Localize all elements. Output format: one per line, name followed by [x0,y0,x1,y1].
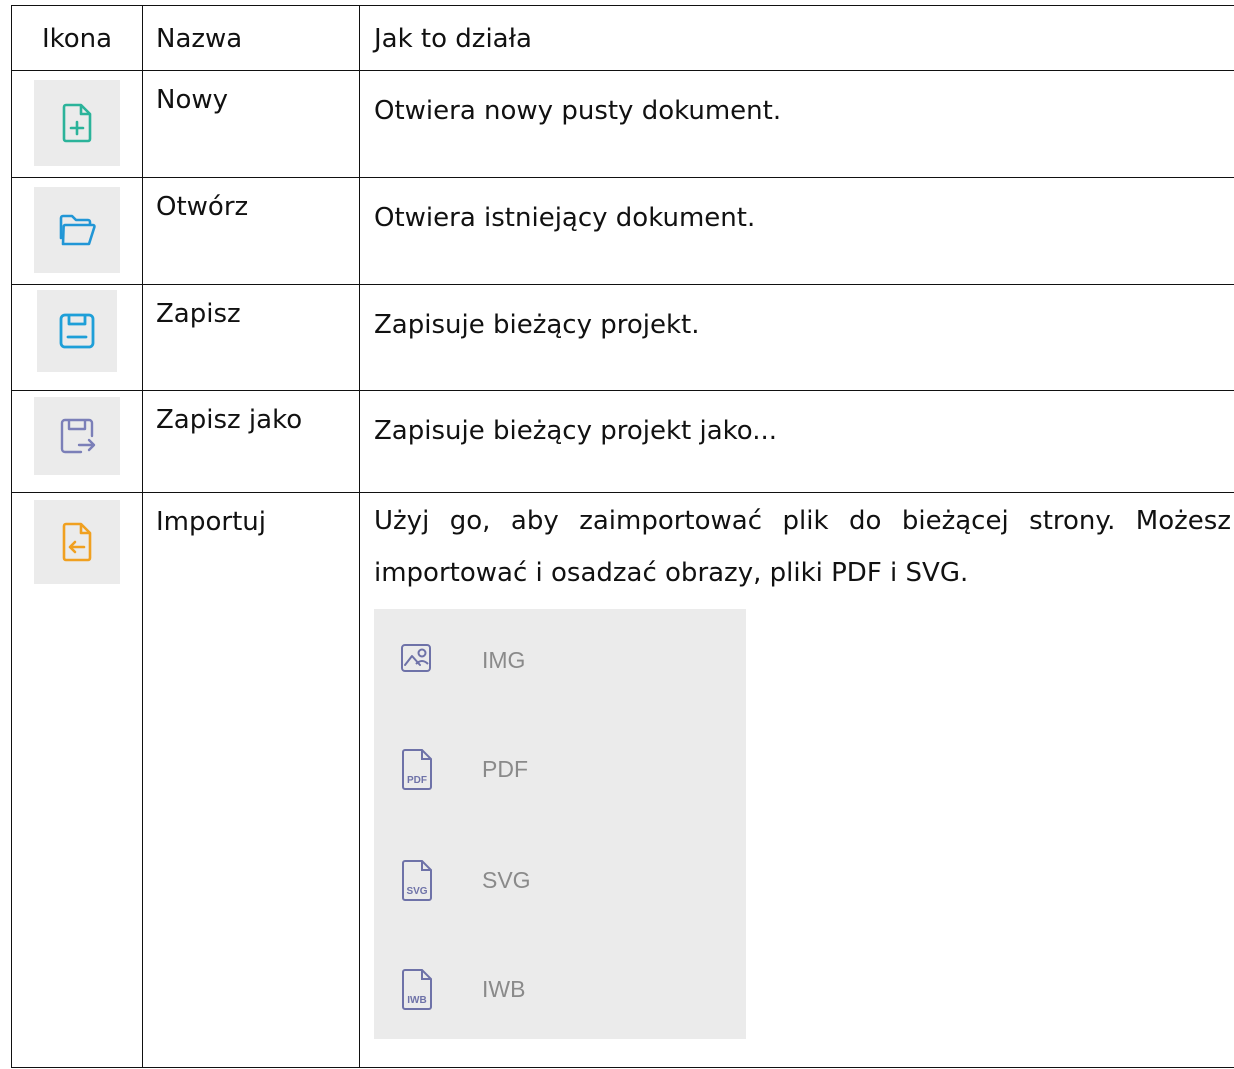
row-description: Otwiera nowy pusty dokument. [359,70,1234,178]
toolbar-reference-table: Ikona Nazwa Jak to działa Nowy Otwiera n… [11,5,1234,1068]
table-header-row: Ikona Nazwa Jak to działa [11,5,1234,71]
table-row: Otwórz Otwiera istniejący dokument. [11,177,1234,285]
folder-open-icon [34,187,120,273]
row-description: Zapisuje bieżący projekt jako... [359,390,1234,493]
icon-cell [11,390,143,493]
icon-cell [11,492,143,1068]
header-icon-column: Ikona [11,5,143,71]
file-badge: SVG [406,886,427,897]
row-description: Użyj go, aby zaimportować plik do bieżąc… [374,506,1231,588]
icon-cell [11,70,143,178]
table-row: Zapisz Zapisuje bieżący projekt. [11,284,1234,391]
submenu-item-svg[interactable]: SVG SVG [400,857,720,903]
submenu-label: PDF [482,756,528,782]
save-icon [37,290,117,372]
header-name-column: Nazwa [142,5,360,71]
row-name: Nowy [142,70,360,178]
row-description: Zapisuje bieżący projekt. [359,284,1234,391]
new-file-icon [34,80,120,166]
submenu-item-iwb[interactable]: IWB IWB [400,966,720,1012]
row-name: Importuj [142,492,360,1068]
row-description-cell: Użyj go, aby zaimportować plik do bieżąc… [359,492,1234,1068]
image-file-icon [400,638,436,682]
submenu-label: IWB [482,976,526,1002]
submenu-label: SVG [482,867,531,893]
row-description: Otwiera istniejący dokument. [359,177,1234,285]
row-name: Zapisz [142,284,360,391]
svg-file-icon: SVG [400,858,436,902]
icon-cell [11,284,143,391]
row-name: Otwórz [142,177,360,285]
save-as-icon [34,397,120,475]
table-row: Zapisz jako Zapisuje bieżący projekt jak… [11,390,1234,493]
import-icon [34,500,120,584]
header-description-column: Jak to działa [359,5,1234,71]
table-row: Importuj Użyj go, aby zaimportować plik … [11,492,1234,1068]
submenu-item-pdf[interactable]: PDF PDF [400,746,720,792]
row-name: Zapisz jako [142,390,360,493]
file-badge: PDF [407,775,427,786]
submenu-label: IMG [482,647,526,673]
submenu-item-img[interactable]: IMG [400,637,720,683]
pdf-file-icon: PDF [400,747,436,791]
table-row: Nowy Otwiera nowy pusty dokument. [11,70,1234,178]
file-badge: IWB [407,995,426,1006]
icon-cell [11,177,143,285]
iwb-file-icon: IWB [400,967,436,1011]
import-submenu: IMG PDF PDF SVG SVG IWB IWB [374,609,746,1039]
